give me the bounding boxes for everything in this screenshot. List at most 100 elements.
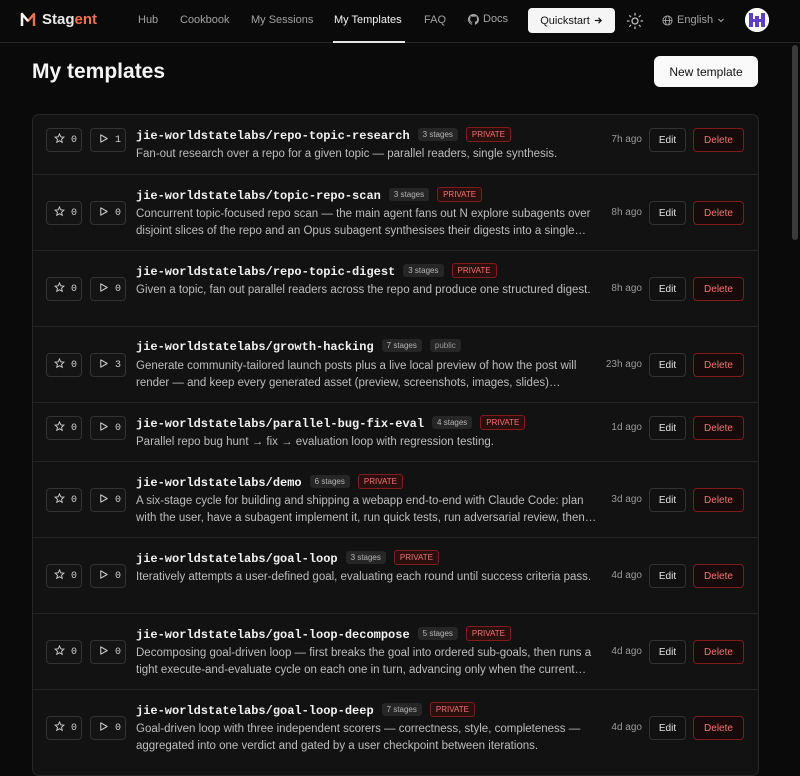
template-name-link[interactable]: jie-worldstatelabs/growth-hacking 7 stage… (136, 339, 461, 354)
updated-time: 1d ago (611, 422, 642, 433)
template-row: 0 0 jie-worldstatelabs/topic-repo-scan 3 st… (33, 174, 758, 251)
edit-button[interactable]: Edit (649, 640, 686, 664)
edit-button[interactable]: Edit (649, 277, 686, 301)
delete-button[interactable]: Delete (693, 416, 744, 440)
nav-faq[interactable]: FAQ (424, 14, 446, 26)
delete-button[interactable]: Delete (693, 277, 744, 301)
template-description: A six-stage cycle for building and shipp… (136, 495, 585, 524)
nav-docs[interactable]: Docs (468, 13, 508, 25)
user-avatar[interactable] (745, 8, 769, 32)
updated-time: 4d ago (611, 570, 642, 581)
delete-button[interactable]: Delete (693, 488, 744, 512)
run-count: 0 (115, 207, 122, 219)
edit-button[interactable]: Edit (649, 488, 686, 512)
visibility-badge: PRIVATE (480, 415, 526, 430)
avatar-pattern-icon (745, 8, 769, 32)
delete-button[interactable]: Delete (693, 353, 744, 377)
stages-badge: 7 stages (381, 703, 422, 716)
star-icon (53, 720, 66, 736)
brand-logo-link[interactable]: Stagent (20, 11, 97, 28)
edit-button[interactable]: Edit (649, 201, 686, 225)
template-name-link[interactable]: jie-worldstatelabs/repo-topic-research 3 … (136, 127, 511, 143)
new-template-button[interactable]: New template (654, 56, 758, 87)
chevron-down-icon (718, 18, 724, 23)
star-count: 0 (71, 422, 78, 434)
star-button[interactable]: 0 (46, 488, 82, 512)
page-scrollbar[interactable] (792, 45, 798, 240)
star-button[interactable]: 0 (46, 353, 82, 377)
run-button[interactable]: 0 (90, 277, 126, 301)
star-count: 0 (71, 134, 78, 146)
template-name-link[interactable]: jie-worldstatelabs/goal-loop 3 stages PRIV… (136, 550, 439, 566)
star-count: 0 (71, 283, 78, 295)
run-button[interactable]: 3 (90, 353, 126, 377)
template-name: jie-worldstatelabs/topic-repo-scan (136, 189, 381, 203)
star-button[interactable]: 0 (46, 716, 82, 740)
star-button[interactable]: 0 (46, 416, 82, 440)
run-count: 0 (115, 646, 122, 658)
template-row: 0 0 jie-worldstatelabs/goal-loop-deep 7 sta… (33, 689, 758, 775)
star-icon (53, 420, 66, 436)
run-button[interactable]: 0 (90, 640, 126, 664)
template-name-link[interactable]: jie-worldstatelabs/topic-repo-scan 3 stag… (136, 187, 483, 203)
quickstart-label: Quickstart (540, 14, 590, 27)
language-selector[interactable]: English (662, 14, 725, 26)
template-description: Concurrent topic-focused repo scan — the… (136, 208, 591, 237)
star-button[interactable]: 0 (46, 640, 82, 664)
edit-button[interactable]: Edit (649, 716, 686, 740)
run-button[interactable]: 0 (90, 201, 126, 225)
delete-button[interactable]: Delete (693, 564, 744, 588)
edit-button[interactable]: Edit (649, 128, 686, 152)
edit-button[interactable]: Edit (649, 353, 686, 377)
nav-cookbook[interactable]: Cookbook (180, 14, 230, 26)
template-name: jie-worldstatelabs/repo-topic-research (136, 129, 410, 143)
play-icon (98, 421, 109, 436)
template-name: jie-worldstatelabs/growth-hacking (136, 340, 374, 354)
template-name-link[interactable]: jie-worldstatelabs/repo-topic-digest 3 st… (136, 263, 497, 279)
templates-list: 0 1 jie-worldstatelabs/repo-topic-research… (32, 114, 759, 776)
play-icon (98, 133, 109, 148)
run-button[interactable]: 0 (90, 716, 126, 740)
run-button[interactable]: 0 (90, 416, 126, 440)
run-count: 0 (115, 422, 122, 434)
stages-badge: 3 stages (417, 128, 458, 141)
template-name: jie-worldstatelabs/demo (136, 476, 302, 490)
star-button[interactable]: 0 (46, 564, 82, 588)
run-count: 0 (115, 570, 122, 582)
run-button[interactable]: 0 (90, 488, 126, 512)
top-navbar: Stagent Hub Cookbook My Sessions My Temp… (0, 0, 800, 43)
visibility-badge: PRIVATE (451, 263, 497, 278)
edit-button[interactable]: Edit (649, 416, 686, 440)
star-button[interactable]: 0 (46, 128, 82, 152)
star-button[interactable]: 0 (46, 277, 82, 301)
template-name-link[interactable]: jie-worldstatelabs/demo 6 stages PRIVATE (136, 474, 403, 490)
template-description: Goal-driven loop with three independent … (136, 723, 581, 752)
page-title: My templates (32, 60, 166, 83)
template-name-link[interactable]: jie-worldstatelabs/goal-loop-deep 7 stage… (136, 702, 475, 718)
run-count: 0 (115, 722, 122, 734)
template-name-link[interactable]: jie-worldstatelabs/goal-loop-decompose 5 … (136, 626, 511, 642)
delete-button[interactable]: Delete (693, 201, 744, 225)
star-button[interactable]: 0 (46, 201, 82, 225)
updated-time: 23h ago (605, 359, 642, 370)
template-name-link[interactable]: jie-worldstatelabs/parallel-bug-fix-eval… (136, 415, 526, 431)
delete-button[interactable]: Delete (693, 716, 744, 740)
template-description: Generate community-tailored launch posts… (136, 360, 577, 389)
nav-hub[interactable]: Hub (138, 14, 158, 26)
run-button[interactable]: 0 (90, 564, 126, 588)
delete-button[interactable]: Delete (693, 640, 744, 664)
updated-time: 4d ago (611, 646, 642, 657)
quickstart-button[interactable]: Quickstart (528, 8, 615, 33)
edit-button[interactable]: Edit (649, 564, 686, 588)
nav-my-sessions[interactable]: My Sessions (251, 14, 313, 26)
stages-badge: 3 stages (388, 188, 430, 201)
run-button[interactable]: 1 (90, 128, 126, 152)
delete-button[interactable]: Delete (693, 128, 744, 152)
star-icon (53, 205, 66, 221)
nav-my-templates[interactable]: My Templates (334, 14, 402, 26)
template-row: 0 0 jie-worldstatelabs/parallel-bug-fix-ev… (33, 402, 758, 462)
template-description: Given a topic, fan out parallel readers … (136, 284, 591, 296)
visibility-badge: public (429, 339, 461, 352)
star-count: 0 (71, 646, 78, 658)
theme-toggle-sun-icon[interactable] (626, 12, 644, 30)
